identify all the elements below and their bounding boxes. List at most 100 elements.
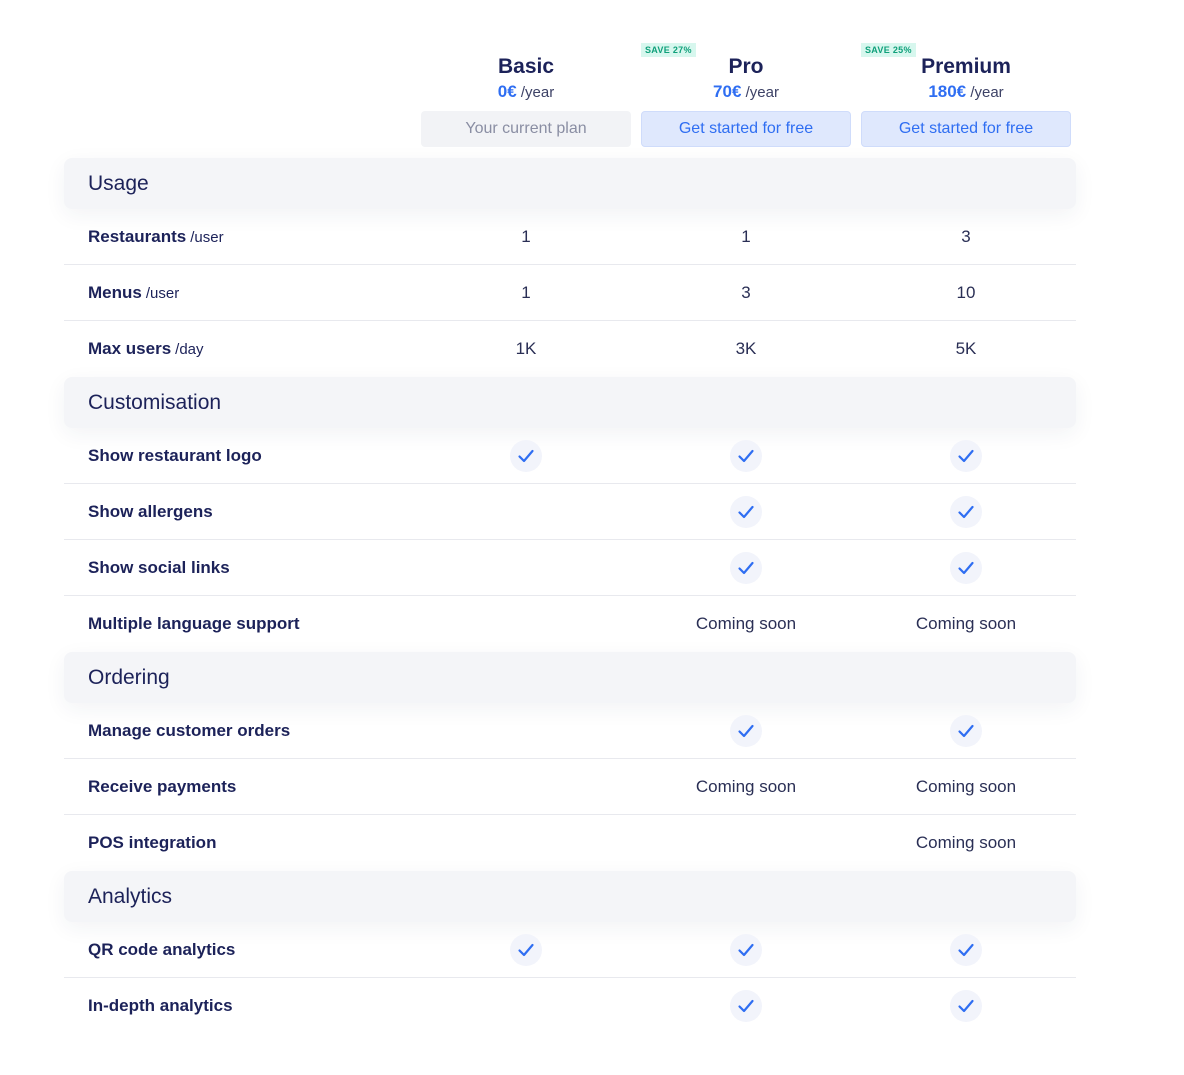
price-period: /year (745, 84, 779, 101)
feature-row: QR code analytics (64, 922, 1076, 978)
feature-value: 1 (741, 227, 751, 246)
check-icon (730, 990, 762, 1022)
feature-label: Show restaurant logo (88, 428, 262, 484)
get-started-pro-button[interactable]: Get started for free (641, 111, 851, 147)
check-icon (510, 934, 542, 966)
feature-name: Multiple language support (88, 614, 300, 633)
plan-price: 70€ /year (641, 81, 851, 104)
feature-name: Max users (88, 339, 172, 358)
feature-name: POS integration (88, 833, 217, 852)
feature-row: Menus/user 1 3 10 (64, 265, 1076, 321)
check-icon (730, 552, 762, 584)
feature-name: In-depth analytics (88, 996, 233, 1015)
feature-included (641, 484, 851, 540)
check-icon (950, 496, 982, 528)
section-title: Usage (88, 172, 149, 195)
feature-row: In-depth analytics (64, 978, 1076, 1034)
feature-unit: /user (190, 229, 224, 246)
get-started-premium-button[interactable]: Get started for free (861, 111, 1071, 147)
price-period: /year (970, 84, 1004, 101)
feature-included (861, 540, 1071, 596)
feature-name: Show social links (88, 558, 230, 577)
check-icon (950, 990, 982, 1022)
plan-headers: Basic 0€ /year Your current plan SAVE 27… (0, 0, 1184, 160)
feature-included (421, 428, 631, 484)
feature-value: Coming soon (695, 777, 797, 796)
check-icon (730, 715, 762, 747)
feature-label: QR code analytics (88, 922, 235, 978)
feature-value: 10 (956, 283, 976, 302)
feature-value: Coming soon (695, 614, 797, 633)
feature-name: QR code analytics (88, 940, 236, 959)
feature-value: 1 (521, 283, 531, 302)
current-plan-button[interactable]: Your current plan (421, 111, 631, 147)
feature-row: POS integration Coming soon (64, 815, 1076, 871)
feature-row: Show restaurant logo (64, 428, 1076, 484)
feature-row: Multiple language support Coming soon Comi… (64, 596, 1076, 652)
feature-label: Show social links (88, 540, 230, 596)
price-amount: 70€ (713, 82, 742, 101)
feature-row: Restaurants/user 1 1 3 (64, 209, 1076, 265)
section-header: Customisation (64, 377, 1076, 428)
check-icon (950, 715, 982, 747)
section-header: Analytics (64, 871, 1076, 922)
feature-included (861, 484, 1071, 540)
section-title: Ordering (88, 666, 170, 689)
feature-included (641, 922, 851, 978)
plan-name: Premium (921, 55, 1011, 78)
feature-row: Manage customer orders (64, 703, 1076, 759)
feature-label: POS integration (88, 815, 216, 871)
feature-row: Receive payments Coming soon Coming soon (64, 759, 1076, 815)
feature-label: Receive payments (88, 759, 236, 815)
feature-value: Coming soon (915, 777, 1017, 796)
feature-row: Show allergens (64, 484, 1076, 540)
feature-name: Manage customer orders (88, 721, 291, 740)
feature-row: Show social links (64, 540, 1076, 596)
feature-included (421, 922, 631, 978)
check-icon (950, 552, 982, 584)
plan-price: 0€ /year (421, 81, 631, 104)
feature-included (861, 703, 1071, 759)
feature-included (641, 540, 851, 596)
feature-label: Max users/day (88, 321, 204, 378)
feature-row: Max users/day 1K 3K 5K (64, 321, 1076, 377)
check-icon (730, 496, 762, 528)
check-icon (510, 440, 542, 472)
feature-label: Show allergens (88, 484, 213, 540)
feature-name: Menus (88, 283, 142, 302)
feature-included (641, 978, 851, 1034)
feature-name: Show allergens (88, 502, 213, 521)
feature-value: 1K (515, 339, 537, 358)
feature-label: Multiple language support (88, 596, 300, 652)
feature-value: 5K (955, 339, 977, 358)
check-icon (730, 440, 762, 472)
feature-unit: /user (145, 285, 180, 302)
check-icon (730, 934, 762, 966)
feature-value: 3 (741, 283, 751, 302)
feature-included (861, 922, 1071, 978)
check-icon (950, 440, 982, 472)
feature-unit: /day (175, 341, 204, 358)
feature-name: Receive payments (88, 777, 237, 796)
section-title: Analytics (88, 885, 173, 908)
feature-label: Menus/user (88, 265, 179, 322)
check-icon (950, 934, 982, 966)
feature-included (861, 428, 1071, 484)
section-header: Ordering (64, 652, 1076, 703)
section-title: Customisation (88, 391, 222, 414)
feature-comparison-table: Usage Restaurants/user 1 1 3 Menus/user 1 3 10 Ma… (64, 158, 1076, 1034)
feature-included (641, 428, 851, 484)
price-amount: 0€ (497, 82, 517, 101)
feature-name: Show restaurant logo (88, 446, 262, 465)
feature-label: Restaurants/user (88, 209, 224, 266)
feature-included (641, 703, 851, 759)
plan-price: 180€ /year (861, 81, 1071, 104)
feature-value: 3 (961, 227, 971, 246)
plan-name: Pro (728, 55, 764, 78)
price-period: /year (520, 84, 555, 101)
feature-name: Restaurants (88, 227, 187, 246)
feature-value: Coming soon (915, 614, 1017, 633)
feature-included (861, 978, 1071, 1034)
feature-value: 3K (735, 339, 757, 358)
feature-label: Manage customer orders (88, 703, 290, 759)
